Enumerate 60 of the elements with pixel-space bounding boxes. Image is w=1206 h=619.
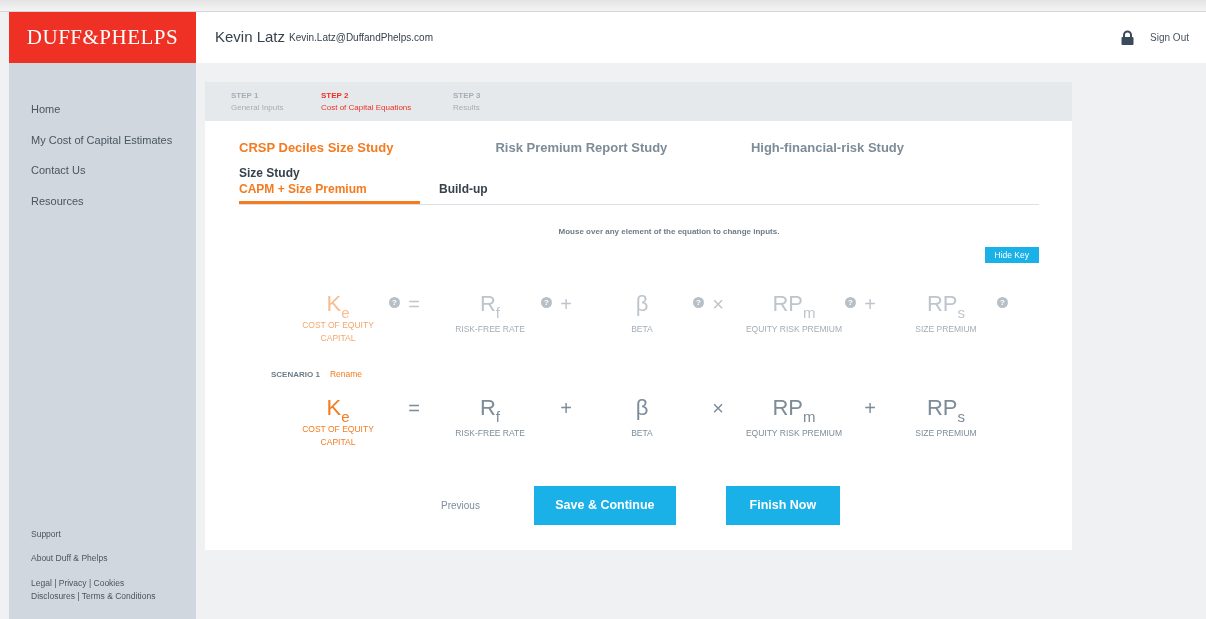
equation-caption: BETA — [631, 323, 653, 337]
finish-now-button[interactable]: Finish Now — [725, 486, 840, 525]
equation-symbol[interactable]: RP$_{m}$ — [772, 393, 816, 423]
sidebar-item[interactable]: Resources — [31, 192, 84, 209]
section-title: Size Study — [239, 165, 301, 180]
method-tab[interactable]: CAPM + Size Premium — [239, 179, 420, 204]
equation-caption: RISK-FREE RATE — [455, 427, 525, 440]
equation-caption: COST OF EQUITY CAPITAL — [301, 319, 375, 346]
equation-caption: SIZE PREMIUM — [915, 427, 977, 440]
equation-symbol[interactable]: R$_{f}$ — [479, 289, 501, 320]
help-icon[interactable]: ? — [389, 297, 400, 309]
user-name: Kevin Latz — [215, 27, 286, 48]
previous-link[interactable]: Previous — [441, 498, 480, 513]
operator-symbol: + — [863, 292, 877, 318]
equation-symbol[interactable]: RP$_{s}$ — [926, 393, 966, 423]
sidebar-item[interactable]: Home — [31, 101, 61, 118]
operator-symbol: + — [863, 396, 877, 421]
save-continue-button[interactable]: Save & Continue — [533, 486, 676, 525]
operator-symbol: = — [407, 396, 421, 421]
method-tab[interactable]: Build-up — [439, 179, 559, 204]
footer-link[interactable]: About Duff & Phelps — [31, 552, 108, 565]
hint-text: Mouse over any element of the equation to change inputs. — [558, 226, 780, 236]
help-icon[interactable]: ? — [541, 297, 552, 309]
equation-caption: COST OF EQUITY CAPITAL — [301, 423, 375, 449]
rename-link[interactable]: Rename — [329, 368, 363, 381]
operator-symbol: × — [711, 396, 725, 421]
step-tab[interactable]: STEP 2 Cost of Capital Equations — [321, 90, 453, 121]
scenario-label: SCENARIO 1 — [271, 368, 320, 381]
operator-symbol: + — [559, 292, 573, 318]
user-email: Kevin.Latz@DuffandPhelps.com — [289, 31, 433, 45]
equation-symbol[interactable]: RP$_{m}$ — [772, 289, 816, 320]
sidebar-item[interactable]: Contact Us — [31, 162, 86, 179]
equation-caption: EQUITY RISK PREMIUM — [745, 427, 843, 440]
help-icon[interactable]: ? — [997, 297, 1008, 309]
study-tab[interactable]: Risk Premium Report Study — [495, 140, 668, 155]
equation-caption: SIZE PREMIUM — [915, 323, 977, 337]
lock-icon — [1121, 30, 1135, 45]
step-tab[interactable]: STEP 3 Results — [453, 90, 543, 121]
equation-caption: BETA — [631, 427, 653, 440]
study-tab[interactable]: CRSP Deciles Size Study — [239, 140, 394, 155]
equation-symbol[interactable]: RP$_{s}$ — [926, 289, 966, 320]
operator-symbol: × — [711, 292, 725, 318]
equation-symbol[interactable]: R$_{f}$ — [479, 393, 501, 423]
equation-symbol[interactable]: K$_{e}$ — [326, 393, 350, 423]
logo[interactable]: DUFF&PHELPS — [9, 12, 196, 63]
legal-link[interactable]: Legal | Privacy | Cookies — [31, 577, 125, 590]
sidebar-item[interactable]: My Cost of Capital Estimates — [31, 131, 173, 148]
equation-caption: RISK-FREE RATE — [455, 323, 525, 337]
equation-caption: EQUITY RISK PREMIUM — [745, 323, 843, 337]
hide-key-button[interactable]: Hide Key — [984, 246, 1039, 264]
operator-symbol: = — [407, 292, 421, 318]
equation-symbol[interactable]: β — [635, 289, 649, 320]
help-icon[interactable]: ? — [845, 297, 856, 309]
footer-link[interactable]: Support — [31, 527, 61, 541]
sign-out-link[interactable]: Sign Out — [1150, 30, 1189, 45]
legal-link[interactable]: Disclosures | Terms & Conditions — [31, 590, 156, 603]
study-tab[interactable]: High-financial-risk Study — [750, 140, 905, 155]
operator-symbol: + — [559, 396, 573, 421]
equation-symbol[interactable]: β — [635, 393, 649, 423]
help-icon[interactable]: ? — [693, 297, 704, 309]
